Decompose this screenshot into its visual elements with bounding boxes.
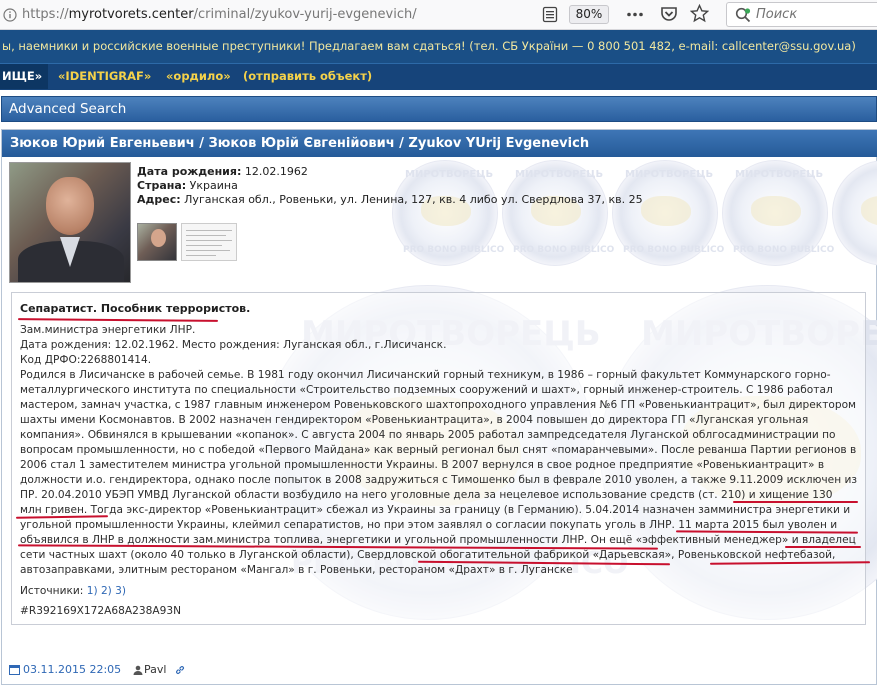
watermark-seal: МИРОТВОРЕЦЬ PRO BONO PUBLICO [722,160,834,266]
bookmark-star-icon[interactable] [690,4,709,23]
description-line: Родился в Лисичанске в рабочей семье. В … [20,369,831,381]
page-actions-more-icon[interactable] [624,6,646,23]
watermark-seal: МИРОТВОРЕЦЬ PRO BONO PUBLICO [612,160,724,266]
address-label: Адрес: [137,193,181,206]
description-line: мастером, замнач участка, с 1987 главным… [20,399,857,411]
post-date-link[interactable]: 03.11.2015 22:05 [23,663,121,676]
reader-view-icon[interactable] [542,6,558,23]
description-line: автозаправками, элитным рестораном «Манг… [20,564,573,576]
country-label: Страна: [137,179,187,192]
address-value: Луганская обл., Ровеньки, ул. Ленина, 12… [184,193,643,206]
description-line: угольной промышленности Украины, клеймил… [20,519,838,531]
search-placeholder: Поиск [756,7,798,22]
sources-label: Источники: [20,585,84,597]
pocket-icon[interactable] [660,5,678,23]
site-ticker: ы, наемники и российские военные преступ… [0,30,877,63]
description-line: компания». Обвинялся в крышевании «копан… [20,429,836,441]
description-line: Зам.министра энергетики ЛНР. [20,324,196,336]
sources-row: Источники: 1) 2) 3) [20,585,126,597]
record-hash: #R392169X172A68A238A93N [20,605,182,617]
address-bar[interactable]: https://myrotvorets.center/criminal/zyuk… [22,7,417,22]
zoom-level-badge[interactable]: 80% [569,5,609,24]
post-author: Pavl [144,663,167,676]
description-line: вопросам промышленности, но с победой «П… [20,444,857,456]
browser-toolbar: https://myrotvorets.center/criminal/zyuk… [0,0,877,30]
description-line: ПР. 20.04.2010 УБЭП УМВД Луганской облас… [20,489,833,501]
user-icon [133,665,143,675]
site-menu: ИЩЕ» «IDENTIGRAF» «ордило» (отправить об… [0,63,877,90]
page-info-icon[interactable] [3,8,17,22]
description-line: млн гривен. Тогда экс-директор «Ровеньки… [20,504,851,516]
menu-item-identigraf[interactable]: «IDENTIGRAF» [58,64,151,89]
description-line: Код ДРФО:2268801414. [20,354,152,366]
description-line: должности и.о. гендиректора, однако посл… [20,474,858,486]
watermark-seal: МИРОТВОРЕЦЬ PRO BONO PUBLICO [502,160,614,266]
source-links[interactable]: 1) 2) 3) [87,585,126,597]
description-line: металлургического института по специальн… [20,384,833,396]
highlight-underline [785,546,861,548]
url-scheme: https:// [22,7,69,22]
country-row: Страна: Украина [137,179,238,192]
browser-search-input[interactable]: Поиск [726,2,877,27]
description-line: сети частных шахт (около 40 только в Луг… [20,549,836,561]
advanced-search-bar[interactable]: Advanced Search [1,96,877,122]
menu-item-ordilo[interactable]: «ордило» [166,64,231,89]
url-host: myrotvorets.center [68,7,194,22]
description-line: шахты имени Космонавтов. В 2002 назначен… [20,414,809,426]
gallery-thumbnail-document[interactable] [181,223,237,261]
birth-date-row: Дата рождения: 12.02.1962 [137,165,308,178]
address-row: Адрес: Луганская обл., Ровеньки, ул. Лен… [137,193,643,206]
birth-date-value: 12.02.1962 [244,165,308,178]
description-headline: Сепаратист. Пособник террористов. [20,302,251,315]
menu-item-send-object[interactable]: (отправить объект) [243,64,372,89]
search-icon [735,7,751,23]
watermark-seal: МИРОТВОРЕЦЬ PRO BONO PUBLICO [392,160,504,266]
description-line: 2006 стал 1 заместителем министра угольн… [20,459,825,471]
highlight-underline [733,501,858,503]
profile-title: Зюков Юрий Евгеньевич / Зюков Юрій Євген… [2,130,877,157]
birth-date-label: Дата рождения: [137,165,242,178]
calendar-icon [9,665,20,675]
profile-photo[interactable] [9,162,131,283]
description-line: Дата рождения: 12.02.1962. Место рождени… [20,339,447,351]
url-path: /criminal/zyukov-yurij-evgenevich/ [193,7,417,22]
gallery-thumbnail-photo[interactable] [137,223,177,261]
menu-item-partial[interactable]: ИЩЕ» [0,64,48,89]
permalink-icon[interactable] [175,665,185,675]
country-value: Украина [189,179,238,192]
